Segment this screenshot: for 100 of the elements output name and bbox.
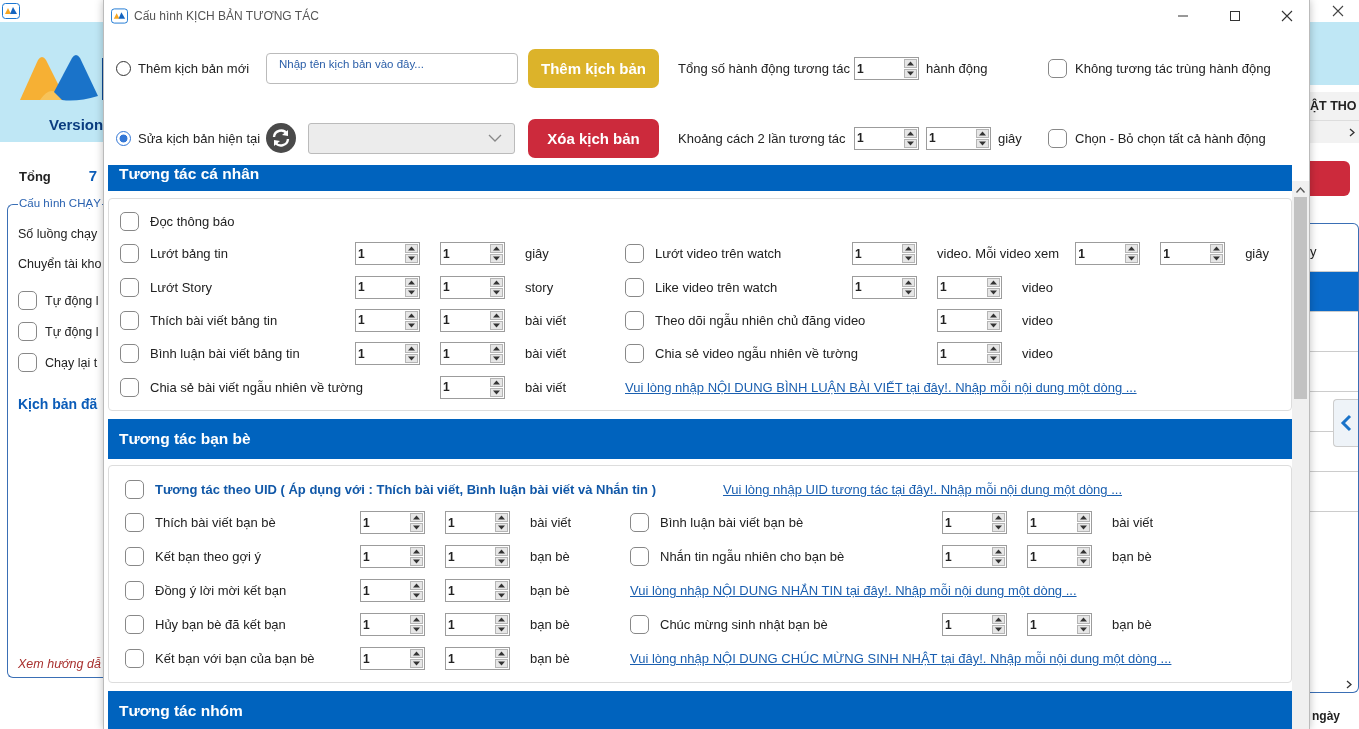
spin-up-button[interactable]	[987, 277, 1000, 287]
spin-up-button[interactable]	[976, 128, 989, 138]
spin-down-button[interactable]	[495, 659, 508, 669]
spin-down-button[interactable]	[987, 287, 1000, 297]
spin-up-button[interactable]	[410, 547, 423, 557]
spin-up-button[interactable]	[992, 547, 1005, 557]
checkbox[interactable]	[630, 615, 649, 635]
spin-down-button[interactable]	[495, 625, 508, 635]
number-field[interactable]: 1	[445, 579, 510, 603]
number-field[interactable]: 1	[852, 242, 917, 266]
number-field[interactable]: 1	[440, 342, 505, 366]
scroll-up-icon[interactable]	[1296, 187, 1305, 193]
number-field[interactable]: 1	[360, 511, 425, 535]
number-field[interactable]: 1	[854, 126, 919, 150]
checkbox[interactable]	[125, 615, 144, 635]
checkbox[interactable]	[125, 513, 144, 533]
spin-down-button[interactable]	[1210, 254, 1224, 264]
spin-down-button[interactable]	[490, 320, 503, 330]
spin-down-button[interactable]	[992, 625, 1005, 635]
checkbox[interactable]	[120, 244, 139, 264]
spin-down-button[interactable]	[902, 254, 915, 264]
chevron-right-icon[interactable]	[1349, 127, 1355, 137]
spin-down-button[interactable]	[1125, 254, 1139, 264]
number-field[interactable]: 1	[355, 242, 420, 266]
spin-up-button[interactable]	[410, 513, 423, 523]
spin-down-button[interactable]	[992, 557, 1005, 567]
spin-down-button[interactable]	[1077, 557, 1090, 567]
spin-up-button[interactable]	[992, 615, 1005, 625]
number-field[interactable]: 1	[355, 342, 420, 366]
spin-down-button[interactable]	[405, 254, 418, 264]
spin-down-button[interactable]	[1077, 523, 1090, 533]
spin-down-button[interactable]	[992, 523, 1005, 533]
caret-icon[interactable]	[488, 134, 502, 143]
spin-down-button[interactable]	[904, 69, 917, 79]
spin-up-button[interactable]	[992, 513, 1005, 523]
number-field[interactable]: 1	[942, 613, 1007, 637]
spin-up-button[interactable]	[495, 547, 508, 557]
spin-down-button[interactable]	[490, 254, 503, 264]
number-field[interactable]: 1	[1027, 511, 1092, 535]
checkbox[interactable]	[120, 277, 139, 297]
number-field[interactable]: 1	[445, 545, 510, 569]
spin-down-button[interactable]	[410, 557, 423, 567]
checkbox[interactable]	[120, 377, 139, 397]
delete-script-button[interactable]: Xóa kịch bản	[528, 118, 659, 158]
checkbox[interactable]	[630, 547, 649, 567]
spin-up-button[interactable]	[410, 649, 423, 659]
chevron-right-icon[interactable]	[1346, 679, 1352, 689]
number-field[interactable]: 1	[1027, 545, 1092, 569]
spin-down-button[interactable]	[904, 138, 917, 148]
spin-up-button[interactable]	[1077, 513, 1090, 523]
spin-down-button[interactable]	[405, 287, 418, 297]
checkbox[interactable]	[120, 344, 139, 364]
number-field[interactable]: 1	[1160, 242, 1226, 266]
spin-up-button[interactable]	[405, 277, 418, 287]
radio-button[interactable]	[116, 130, 131, 146]
number-field[interactable]: 1	[360, 613, 425, 637]
spin-up-button[interactable]	[405, 344, 418, 354]
spin-down-button[interactable]	[405, 354, 418, 364]
checkbox[interactable]	[120, 211, 139, 231]
spin-up-button[interactable]	[902, 277, 915, 287]
spin-up-button[interactable]	[987, 310, 1000, 320]
spin-down-button[interactable]	[405, 320, 418, 330]
number-field[interactable]: 1	[360, 579, 425, 603]
spin-down-button[interactable]	[490, 287, 503, 297]
spin-down-button[interactable]	[495, 523, 508, 533]
list-row[interactable]	[1310, 272, 1358, 312]
spin-down-button[interactable]	[976, 138, 989, 148]
spin-up-button[interactable]	[495, 513, 508, 523]
checkbox[interactable]	[625, 244, 644, 264]
input-link[interactable]: Vui lòng nhập NỘI DUNG NHẮN TIN tại đây!. Nhập mỗi nội dung một dòng ...	[630, 583, 1077, 599]
number-field[interactable]: 1	[852, 275, 917, 299]
spin-down-button[interactable]	[987, 320, 1000, 330]
spin-up-button[interactable]	[495, 615, 508, 625]
spin-up-button[interactable]	[490, 377, 503, 387]
close-icon[interactable]	[1281, 10, 1293, 22]
spin-down-button[interactable]	[410, 591, 423, 601]
checkbox[interactable]	[18, 322, 37, 341]
number-field[interactable]: 1	[360, 545, 425, 569]
number-field[interactable]: 1	[445, 613, 510, 637]
number-field[interactable]: 1	[1027, 613, 1092, 637]
spin-up-button[interactable]	[904, 128, 917, 138]
number-field[interactable]: 1	[440, 375, 505, 399]
checkbox[interactable]	[18, 353, 37, 372]
spin-down-button[interactable]	[495, 557, 508, 567]
spin-up-button[interactable]	[1077, 615, 1090, 625]
maximize-icon[interactable]	[1229, 10, 1241, 22]
input-link[interactable]: Vui lòng nhập UID tương tác tại đây!. Nhập mỗi nội dung một dòng ...	[723, 482, 1123, 498]
collapse-handle[interactable]	[1333, 399, 1358, 447]
spin-down-button[interactable]	[410, 523, 423, 533]
close-icon[interactable]	[1331, 5, 1344, 17]
spin-down-button[interactable]	[410, 625, 423, 635]
spin-down-button[interactable]	[1077, 625, 1090, 635]
checkbox[interactable]	[125, 649, 144, 669]
spin-up-button[interactable]	[490, 344, 503, 354]
number-field[interactable]: 1	[360, 647, 425, 671]
number-field[interactable]: 1	[355, 308, 420, 332]
number-field[interactable]: 1	[926, 126, 991, 150]
number-field[interactable]: 1	[942, 511, 1007, 535]
number-field[interactable]: 1	[854, 57, 919, 81]
spin-up-button[interactable]	[405, 244, 418, 254]
